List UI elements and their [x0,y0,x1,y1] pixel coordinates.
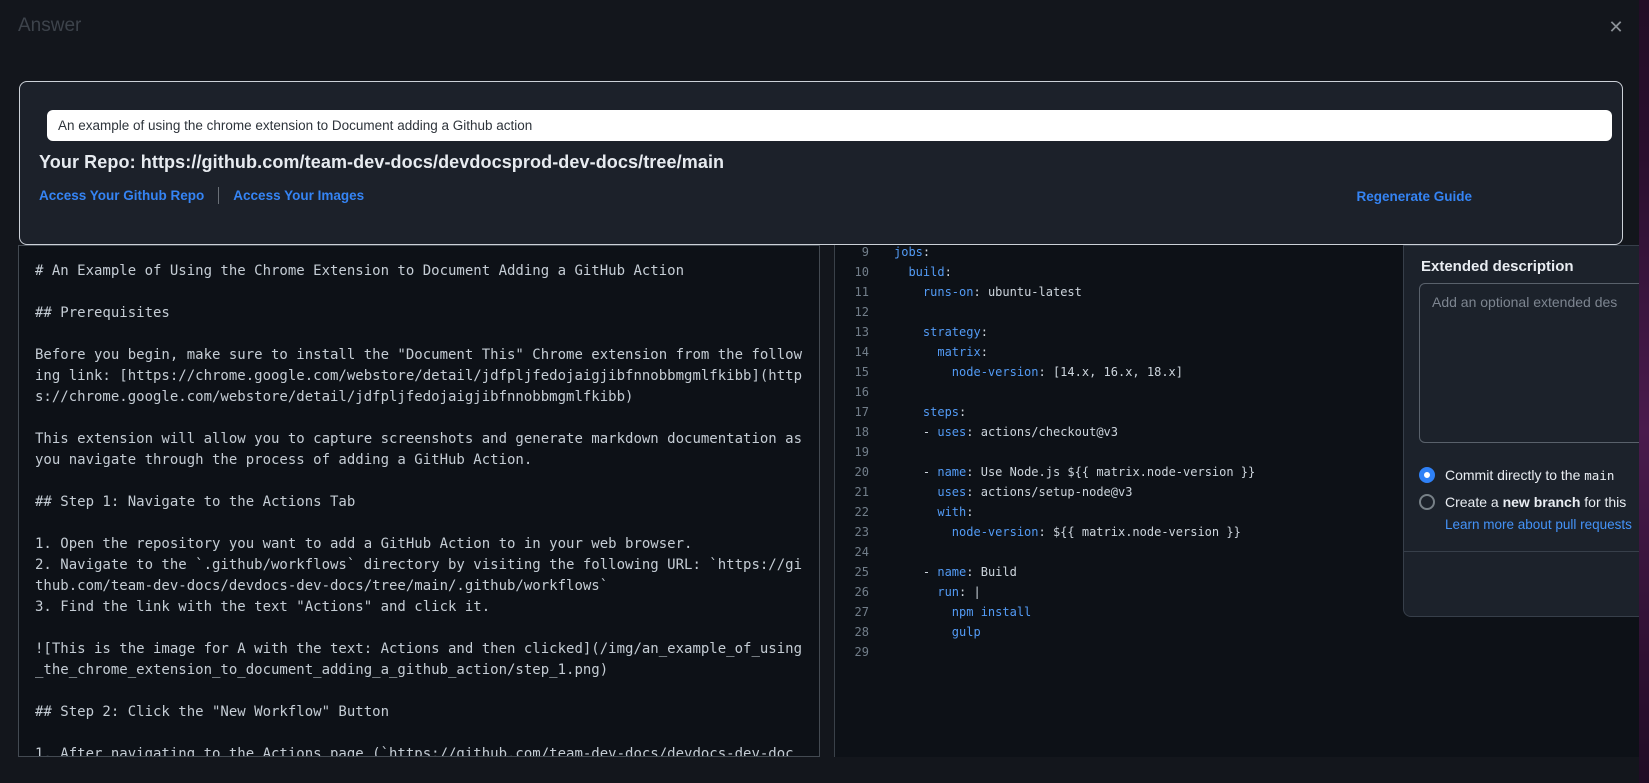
overlay-title: Answer [18,15,81,37]
code-line: 28 gulp [835,622,1641,642]
code-line: 29 [835,642,1641,662]
regenerate-guide-link[interactable]: Regenerate Guide [1356,189,1472,204]
commit-panel: Extended description Commit directly to … [1403,245,1649,617]
new-branch-bold: new branch [1503,494,1581,510]
extended-description-label: Extended description [1421,258,1574,275]
header-panel: Your Repo: https://github.com/team-dev-d… [19,81,1623,245]
commit-directly-text: Commit directly to the [1445,467,1584,483]
radio-selected-icon[interactable] [1419,467,1435,483]
link-separator [218,187,219,204]
markdown-editor[interactable]: # An Example of Using the Chrome Extensi… [18,245,820,757]
radio-unselected-icon[interactable] [1419,494,1435,510]
card-divider [1404,551,1648,552]
access-github-repo-link[interactable]: Access Your Github Repo [39,188,204,203]
commit-directly-label: Commit directly to the main [1445,467,1614,483]
learn-more-pull-requests-link[interactable]: Learn more about pull requests [1445,517,1632,532]
create-branch-suffix: for this [1580,494,1626,510]
extended-description-textarea[interactable] [1419,283,1649,443]
branch-name: main [1584,468,1614,483]
commit-directly-radio-row[interactable]: Commit directly to the main [1419,467,1614,483]
create-branch-radio-row[interactable]: Create a new branch for this [1419,494,1626,510]
repo-url-label: Your Repo: https://github.com/team-dev-d… [39,152,724,173]
access-images-link[interactable]: Access Your Images [233,188,364,203]
background-page-strip [1639,0,1649,783]
create-branch-text: Create a [1445,494,1503,510]
create-branch-label: Create a new branch for this [1445,494,1626,510]
close-icon[interactable]: ✕ [1602,13,1630,41]
query-input[interactable] [47,110,1612,141]
header-links-row: Access Your Github Repo Access Your Imag… [39,186,364,204]
